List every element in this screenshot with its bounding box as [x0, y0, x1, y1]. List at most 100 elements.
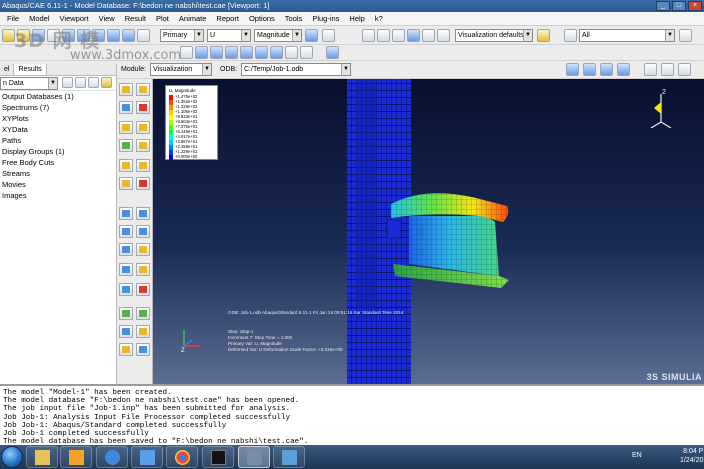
- animate-harmonic-icon[interactable]: [136, 207, 150, 220]
- xy-data-manager-icon[interactable]: [136, 243, 150, 256]
- camera-icon[interactable]: [644, 63, 657, 76]
- create-path-icon[interactable]: [119, 263, 133, 276]
- tree-item-streams[interactable]: Streams: [2, 168, 116, 179]
- taskbar-app-abaqus[interactable]: [238, 446, 270, 468]
- movie-icon[interactable]: [661, 63, 674, 76]
- plot-contours-icon[interactable]: [119, 101, 133, 114]
- taskbar-app-cad[interactable]: [273, 446, 305, 468]
- remove-selected-icon[interactable]: [136, 325, 150, 338]
- animate-scale-icon[interactable]: [136, 177, 150, 190]
- selection-filter-select[interactable]: All ▼: [579, 29, 675, 42]
- tree-item-output-databases[interactable]: Output Databases (1): [2, 91, 116, 102]
- superimpose-options-icon[interactable]: [136, 159, 150, 172]
- view-bottom-icon[interactable]: [270, 46, 283, 59]
- zoom-box-icon[interactable]: [107, 29, 120, 42]
- tree-item-movies[interactable]: Movies: [2, 179, 116, 190]
- variable-select[interactable]: U ▼: [207, 29, 251, 42]
- view-cut-icon[interactable]: [136, 225, 150, 238]
- viewport[interactable]: U, Magnitude +1.475e+02 +1.352e+02 +1.229e…: [153, 79, 704, 384]
- render-wireframe-icon[interactable]: [362, 29, 375, 42]
- render-hidden-icon[interactable]: [377, 29, 390, 42]
- menu-viewport[interactable]: Viewport: [55, 12, 94, 26]
- select-arrow-icon[interactable]: [564, 29, 577, 42]
- symbol-options-icon[interactable]: [136, 139, 150, 152]
- create-xy-data-icon[interactable]: [119, 243, 133, 256]
- plot-deformed-icon[interactable]: [136, 83, 150, 96]
- cycle-views-icon[interactable]: [137, 29, 150, 42]
- view-top-icon[interactable]: [255, 46, 268, 59]
- color-palette-icon[interactable]: [537, 29, 550, 42]
- plot-material-orientation-icon[interactable]: [119, 121, 133, 134]
- menu-report[interactable]: Report: [211, 12, 244, 26]
- info-icon[interactable]: [326, 46, 339, 59]
- tree-item-images[interactable]: Images: [2, 190, 116, 201]
- close-button[interactable]: ×: [688, 1, 702, 11]
- menu-options[interactable]: Options: [244, 12, 280, 26]
- frame-icon[interactable]: [322, 29, 335, 42]
- menu-tools[interactable]: Tools: [280, 12, 308, 26]
- taskbar-app-cmd[interactable]: [202, 446, 234, 468]
- view-right-icon[interactable]: [240, 46, 253, 59]
- menu-view[interactable]: View: [94, 12, 120, 26]
- tree-item-spectrums[interactable]: Spectrums (7): [2, 102, 116, 113]
- ply-stack-icon[interactable]: [119, 177, 133, 190]
- query-information-icon[interactable]: [119, 283, 133, 296]
- tab-results[interactable]: Results: [14, 64, 47, 75]
- query-icon[interactable]: [180, 46, 193, 59]
- chart-options-icon[interactable]: [136, 283, 150, 296]
- plot-symbols-icon[interactable]: [136, 101, 150, 114]
- session-data-select[interactable]: n Data ▼: [0, 77, 58, 90]
- render-style-select[interactable]: Visualization defaults ▼: [455, 29, 533, 42]
- view-back-icon[interactable]: [210, 46, 223, 59]
- odb-select[interactable]: C:/Temp/Job-1.odb ▼: [241, 63, 351, 76]
- tree-item-display-groups[interactable]: Display Groups (1): [2, 146, 116, 157]
- menu-plugins[interactable]: Plug-ins: [307, 12, 344, 26]
- taskbar-app-explorer[interactable]: [26, 446, 58, 468]
- color-code-icon[interactable]: [437, 29, 450, 42]
- taskbar-app-windows[interactable]: [131, 446, 163, 468]
- common-options-icon[interactable]: [119, 159, 133, 172]
- previous-frame-icon[interactable]: [583, 63, 596, 76]
- view-left-icon[interactable]: [225, 46, 238, 59]
- display-group-create-icon[interactable]: [119, 307, 133, 320]
- replace-all-icon[interactable]: [119, 325, 133, 338]
- auto-fit-icon[interactable]: [122, 29, 135, 42]
- next-frame-icon[interactable]: [600, 63, 613, 76]
- tree-item-paths[interactable]: Paths: [2, 135, 116, 146]
- module-select[interactable]: Visualization ▼: [150, 63, 212, 76]
- menu-context-help[interactable]: k?: [370, 12, 388, 26]
- minimize-button[interactable]: _: [656, 1, 670, 11]
- xy-plot-icon[interactable]: [136, 263, 150, 276]
- tree-item-free-body-cuts[interactable]: Free Body Cuts: [2, 157, 116, 168]
- taskbar-app-media[interactable]: [60, 446, 92, 468]
- plot-undeformed-icon[interactable]: [119, 83, 133, 96]
- field-output-icon[interactable]: [305, 29, 318, 42]
- selection-options-icon[interactable]: [679, 29, 692, 42]
- menu-help[interactable]: Help: [344, 12, 369, 26]
- report-field-icon[interactable]: [119, 343, 133, 356]
- menu-plot[interactable]: Plot: [151, 12, 174, 26]
- clock[interactable]: 8:04 P 1/24/20: [680, 447, 703, 465]
- view-iso-icon[interactable]: [422, 29, 435, 42]
- language-indicator[interactable]: EN: [632, 452, 642, 459]
- render-shaded-icon[interactable]: [407, 29, 420, 42]
- display-group-icon[interactable]: [300, 46, 313, 59]
- menu-animate[interactable]: Animate: [174, 12, 212, 26]
- taskbar-app-chrome[interactable]: [166, 446, 198, 468]
- menu-result[interactable]: Result: [120, 12, 151, 26]
- animation-options-icon[interactable]: [119, 225, 133, 238]
- animate-time-icon[interactable]: [119, 207, 133, 220]
- tree-filter-icon[interactable]: [62, 77, 73, 88]
- taskbar-app-ie[interactable]: [96, 446, 128, 468]
- step-select[interactable]: Primary ▼: [160, 29, 204, 42]
- view-manager-icon[interactable]: [285, 46, 298, 59]
- first-frame-icon[interactable]: [566, 63, 579, 76]
- plot-allow-multiple-icon[interactable]: [136, 121, 150, 134]
- maximize-button[interactable]: □: [672, 1, 686, 11]
- display-group-manager-icon[interactable]: [136, 307, 150, 320]
- tree-expand-icon[interactable]: [75, 77, 86, 88]
- menu-model[interactable]: Model: [24, 12, 54, 26]
- render-filled-icon[interactable]: [392, 29, 405, 42]
- tab-model[interactable]: el: [0, 64, 15, 75]
- menu-file[interactable]: File: [2, 12, 24, 26]
